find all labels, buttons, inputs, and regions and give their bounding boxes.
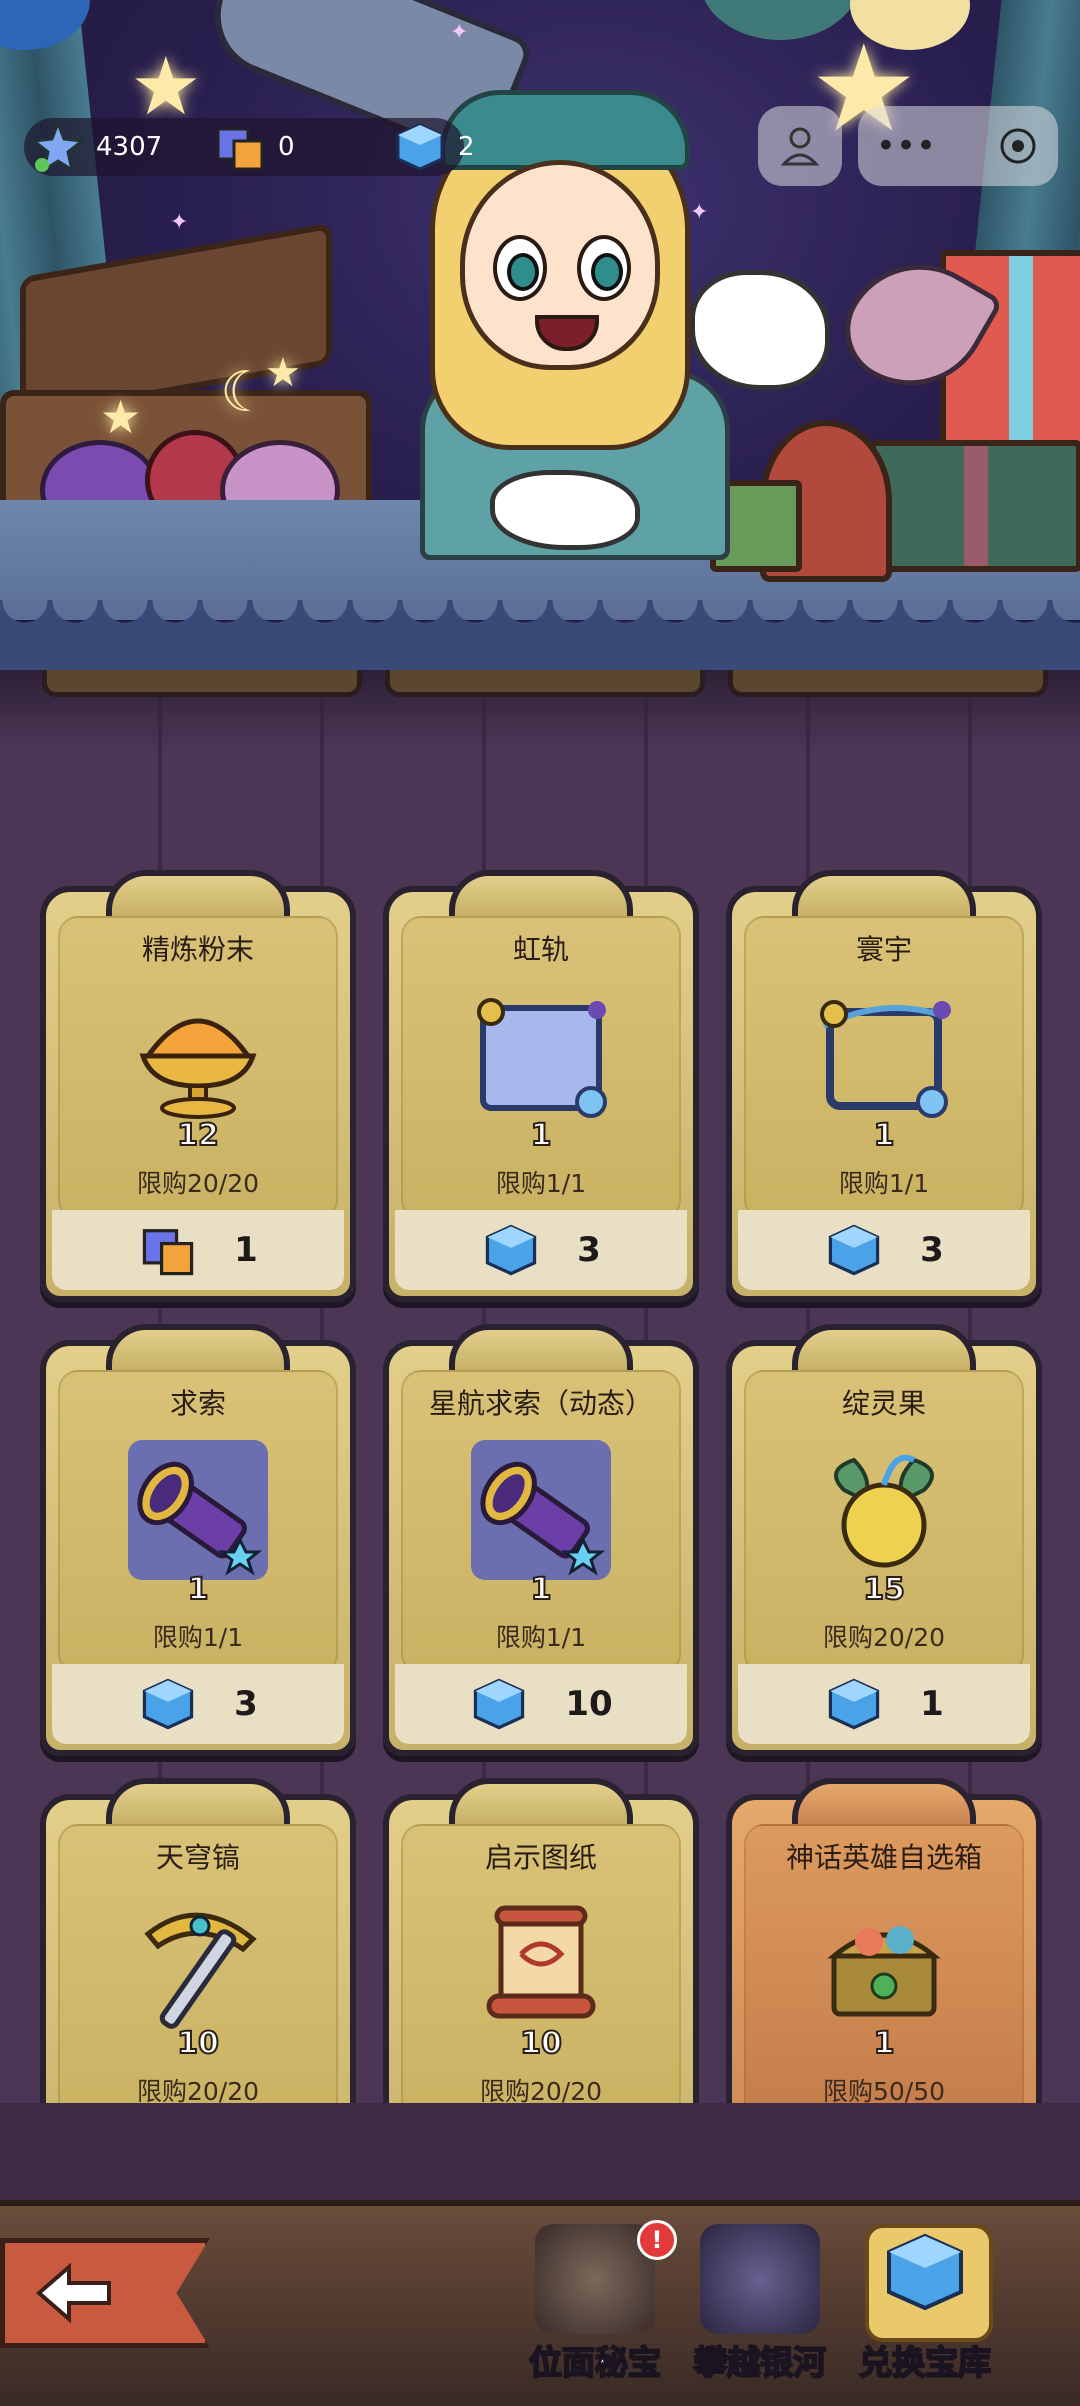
shop-item-card[interactable]: 天穹镐 10 限购20/20 bbox=[40, 1778, 356, 2103]
shop-item-card[interactable]: 启示图纸 10 限购20/20 bbox=[383, 1778, 699, 2103]
shopkeeper-scene: ★ ★ ✦ ✦ ✦ ★ ☾ ★ 4307 0 2 ••• bbox=[0, 0, 1080, 670]
item-quantity: 10 bbox=[176, 2025, 220, 2062]
shop-item-card[interactable]: 求索 1 限购1/1 3 bbox=[40, 1324, 356, 1756]
star-crystal-icon bbox=[30, 119, 86, 175]
frame-icon bbox=[471, 986, 611, 1126]
item-quantity: 12 bbox=[176, 1117, 220, 1154]
currency-blue-cube: 2 bbox=[392, 122, 475, 172]
pickaxe-icon bbox=[128, 1894, 268, 2034]
buy-button[interactable]: 3 bbox=[395, 1210, 687, 1290]
price-value: 10 bbox=[565, 1684, 613, 1724]
blue-cube-icon bbox=[485, 1224, 537, 1276]
purple-cube-icon bbox=[142, 1229, 194, 1276]
profile-button[interactable] bbox=[758, 106, 842, 186]
item-title: 启示图纸 bbox=[484, 1841, 597, 1874]
shop-item-card[interactable]: 虹轨 1 限购1/1 3 bbox=[383, 870, 699, 1302]
powder-bowl-icon bbox=[128, 986, 268, 1126]
item-quantity: 1 bbox=[187, 1571, 210, 1608]
gift-box-decoration bbox=[870, 440, 1080, 572]
blue-cube-icon bbox=[142, 1678, 194, 1730]
purchase-limit: 限购1/1 bbox=[495, 1169, 587, 1198]
purchase-limit: 限购20/20 bbox=[136, 2077, 260, 2103]
item-title: 虹轨 bbox=[512, 933, 569, 966]
bottom-nav-bar: ! 位面秘宝 攀越银河 兑换宝库 bbox=[0, 2200, 1080, 2406]
buy-button[interactable]: 10 bbox=[395, 1664, 687, 1744]
back-arrow-icon bbox=[35, 2263, 111, 2323]
previous-card-edge bbox=[42, 670, 362, 697]
purchase-limit: 限购20/20 bbox=[479, 2077, 603, 2103]
blue-cube-icon bbox=[392, 119, 448, 175]
table-cloth bbox=[0, 600, 1080, 670]
item-quantity: 1 bbox=[873, 2025, 896, 2062]
price-value: 1 bbox=[920, 1684, 944, 1724]
telescope-icon bbox=[128, 1440, 268, 1580]
more-icon[interactable]: ••• bbox=[876, 126, 936, 166]
previous-card-edge bbox=[385, 670, 705, 697]
buy-button[interactable]: 1 bbox=[52, 1210, 344, 1290]
buy-button[interactable]: 1 bbox=[738, 1664, 1030, 1744]
item-title: 神话英雄自选箱 bbox=[785, 1841, 982, 1874]
nav-label: 兑换宝库 bbox=[858, 2342, 992, 2383]
price-value: 3 bbox=[920, 1230, 944, 1270]
telescope-icon bbox=[471, 1440, 611, 1580]
frame-icon bbox=[814, 986, 954, 1126]
nav-climb-galaxy[interactable]: 攀越银河 bbox=[680, 2216, 840, 2401]
purchase-limit: 限购50/50 bbox=[822, 2077, 946, 2103]
item-title: 求索 bbox=[169, 1387, 226, 1420]
shop-item-card[interactable]: 神话英雄自选箱 1 限购50/50 bbox=[726, 1778, 1042, 2103]
buy-button[interactable]: 3 bbox=[738, 1210, 1030, 1290]
shop-item-card[interactable]: 星航求索（动态） 1 限购1/1 10 bbox=[383, 1324, 699, 1756]
shop-item-card[interactable]: 寰宇 1 限购1/1 3 bbox=[726, 870, 1042, 1302]
currency-value: 0 bbox=[278, 132, 295, 162]
currency-value: 4307 bbox=[96, 132, 163, 162]
item-title: 寰宇 bbox=[855, 933, 912, 966]
alert-badge-icon: ! bbox=[637, 2220, 677, 2260]
back-button[interactable] bbox=[0, 2238, 210, 2348]
item-quantity: 1 bbox=[530, 1117, 553, 1154]
blue-cube-icon bbox=[828, 1224, 880, 1276]
item-quantity: 10 bbox=[519, 2025, 563, 2062]
item-title: 精炼粉末 bbox=[141, 933, 254, 966]
price-value: 3 bbox=[234, 1684, 258, 1724]
purchase-limit: 限购20/20 bbox=[136, 1169, 260, 1198]
mini-program-capsule: ••• bbox=[858, 106, 1058, 186]
scroll-icon bbox=[471, 1894, 611, 2034]
nav-plane-treasure[interactable]: ! 位面秘宝 bbox=[515, 2216, 677, 2401]
item-title: 绽灵果 bbox=[841, 1387, 926, 1420]
nav-label: 攀越银河 bbox=[693, 2342, 827, 2383]
close-target-icon[interactable] bbox=[996, 124, 1040, 168]
shop-item-card[interactable]: 绽灵果 15 限购20/20 1 bbox=[726, 1324, 1042, 1756]
blue-cube-stack-icon bbox=[865, 2224, 993, 2342]
sparkle-decoration: ✦ bbox=[450, 20, 469, 45]
shop-grid: 精炼粉末 12 限购20/20 1 虹轨 1 限购1/1 3 寰宇 1 限购1/… bbox=[0, 670, 1080, 2103]
blue-cube-icon bbox=[828, 1678, 880, 1730]
item-quantity: 15 bbox=[862, 1571, 906, 1608]
purchase-limit: 限购1/1 bbox=[495, 1623, 587, 1652]
buy-button[interactable]: 3 bbox=[52, 1664, 344, 1744]
nav-label: 位面秘宝 bbox=[528, 2342, 662, 2383]
item-title: 星航求索（动态） bbox=[428, 1387, 653, 1420]
fruit-icon bbox=[814, 1440, 954, 1580]
sparkle-decoration: ✦ bbox=[170, 210, 189, 235]
user-icon bbox=[780, 127, 820, 166]
item-quantity: 1 bbox=[530, 1571, 553, 1608]
currency-purple-cube: 0 bbox=[212, 122, 295, 172]
currency-star-crystal: 4307 bbox=[30, 119, 163, 175]
purchase-limit: 限购1/1 bbox=[838, 1169, 930, 1198]
hourglass-icon bbox=[700, 2224, 820, 2334]
shop-item-card[interactable]: 精炼粉末 12 限购20/20 1 bbox=[40, 870, 356, 1302]
previous-card-edge bbox=[728, 670, 1048, 697]
purchase-limit: 限购20/20 bbox=[822, 1623, 946, 1652]
currency-value: 2 bbox=[458, 132, 475, 162]
nav-exchange-vault[interactable]: 兑换宝库 bbox=[845, 2216, 1005, 2401]
price-value: 1 bbox=[234, 1230, 258, 1270]
item-title: 天穹镐 bbox=[155, 1841, 240, 1874]
blue-cube-icon bbox=[474, 1678, 525, 1730]
price-value: 3 bbox=[577, 1230, 601, 1270]
purchase-limit: 限购1/1 bbox=[152, 1623, 244, 1652]
treasure-chest-icon bbox=[814, 1894, 954, 2034]
purple-cube-icon bbox=[212, 119, 268, 175]
item-quantity: 1 bbox=[873, 1117, 896, 1154]
